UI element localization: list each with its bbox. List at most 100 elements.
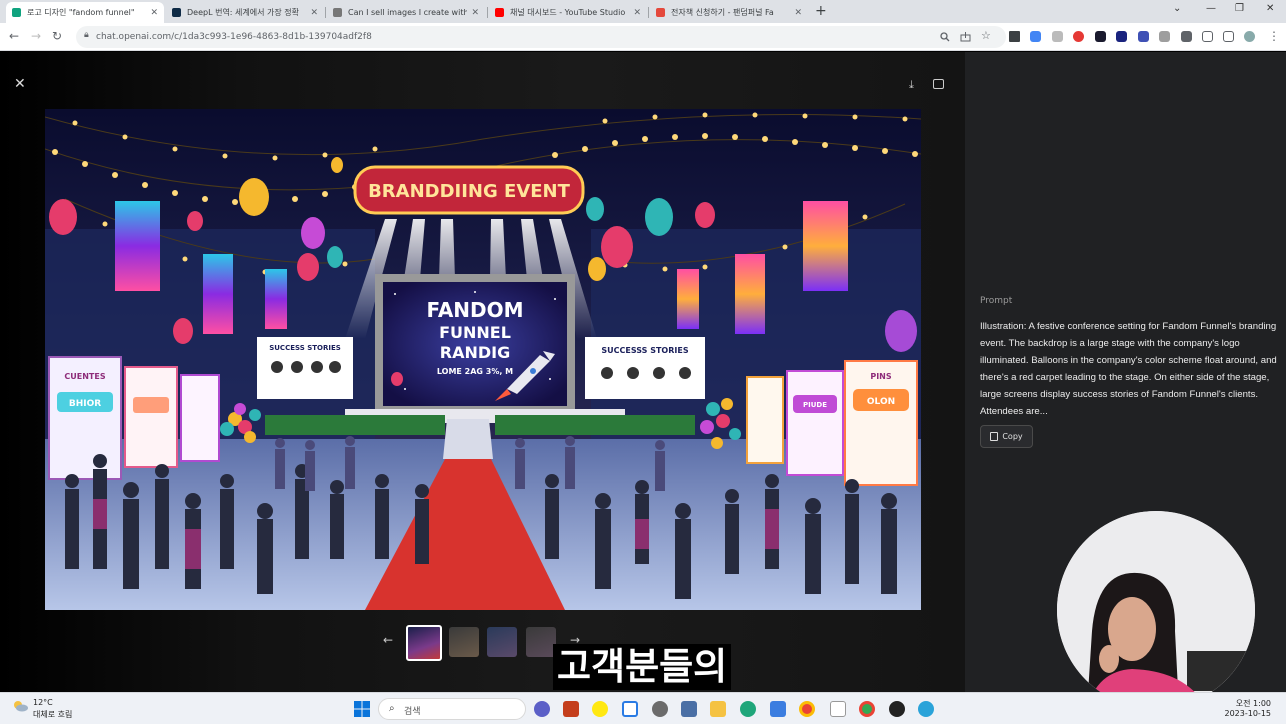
tab-ebook[interactable]: 전자책 신청하기 - 팬덤퍼널 Fa ✕ bbox=[650, 2, 808, 23]
puzzle-icon[interactable] bbox=[1181, 31, 1192, 42]
camera-icon[interactable] bbox=[1159, 31, 1170, 42]
close-icon[interactable]: ✕ bbox=[471, 8, 479, 18]
hanging-banner bbox=[203, 254, 233, 334]
hanging-banner bbox=[115, 201, 160, 291]
close-icon[interactable]: ✕ bbox=[150, 8, 158, 18]
tab-chatgpt[interactable]: 로고 디자인 "fandom funnel" ✕ bbox=[6, 2, 164, 23]
tab-sell-images[interactable]: Can I sell images I create with ✕ bbox=[327, 2, 485, 23]
close-icon[interactable]: ✕ bbox=[633, 8, 641, 18]
new-tab-icon[interactable]: + bbox=[815, 3, 827, 19]
tab-search-icon[interactable]: ⌄ bbox=[1173, 3, 1181, 14]
kakaotalk-icon[interactable] bbox=[592, 701, 608, 717]
thumbnail-3[interactable] bbox=[487, 627, 517, 657]
download-icon[interactable]: ⤓ bbox=[909, 78, 914, 92]
taskbar-search[interactable]: ⌕ 검색 bbox=[378, 698, 526, 720]
left-booth-2 bbox=[124, 366, 178, 468]
address-bar[interactable]: 🔒︎ chat.openai.com/c/1da3c993-1e96-4863-… bbox=[76, 26, 1006, 48]
extension-icon[interactable] bbox=[1116, 31, 1127, 42]
settings-gear-icon[interactable] bbox=[652, 701, 668, 717]
image-viewer: ✕ ⤓ BRANDDIING EVENT FANDOM FUNNEL RANDI… bbox=[0, 52, 965, 692]
tab-title: 로고 디자인 "fandom funnel" bbox=[27, 8, 135, 17]
chrome-profile-icon[interactable] bbox=[859, 701, 875, 717]
stage-stairs bbox=[443, 419, 493, 459]
prev-arrow-icon[interactable]: ← bbox=[383, 633, 393, 647]
tab-deepl[interactable]: DeepL 번역: 세계에서 가장 정확 ✕ bbox=[166, 2, 324, 23]
extension-icon[interactable] bbox=[1138, 31, 1149, 42]
clock-time[interactable]: 오전 1:00 bbox=[1236, 698, 1271, 709]
screen-line2: FUNNEL bbox=[439, 323, 511, 342]
tab-youtube-studio[interactable]: 채널 대시보드 - YouTube Studio ✕ bbox=[489, 2, 647, 23]
snipping-tool-icon[interactable] bbox=[622, 701, 638, 717]
extension-icon[interactable] bbox=[1052, 31, 1063, 42]
profile-avatar[interactable] bbox=[1244, 31, 1255, 42]
prompt-label: Prompt bbox=[980, 296, 1013, 306]
weather-desc[interactable]: 대체로 흐림 bbox=[33, 709, 72, 720]
thumbnail-2[interactable] bbox=[449, 627, 479, 657]
restore-icon[interactable]: ❐ bbox=[1235, 3, 1244, 14]
hanging-banner bbox=[265, 269, 287, 329]
tab-divider bbox=[487, 7, 488, 18]
clock-date[interactable]: 2023-10-15 bbox=[1225, 709, 1272, 718]
weather-temp[interactable]: 12°C bbox=[33, 698, 53, 707]
back-icon[interactable]: ← bbox=[9, 29, 19, 43]
left-booth-title: CUENTES bbox=[64, 372, 105, 381]
reading-list-icon[interactable] bbox=[1202, 31, 1213, 42]
close-icon[interactable]: ✕ bbox=[794, 8, 802, 18]
window-close-icon[interactable]: ✕ bbox=[1266, 3, 1274, 14]
cloudy-weather-icon[interactable] bbox=[13, 700, 29, 712]
extension-icon[interactable] bbox=[1095, 31, 1106, 42]
lock-icon[interactable]: 🔒︎ bbox=[84, 30, 89, 40]
zoom-icon[interactable] bbox=[940, 32, 950, 42]
url-text: chat.openai.com/c/1da3c993-1e96-4863-8d1… bbox=[96, 32, 372, 42]
forward-icon[interactable]: → bbox=[31, 29, 41, 43]
generated-image: BRANDDIING EVENT FANDOM FUNNEL RANDIG LO… bbox=[45, 109, 921, 610]
thumbnail-4[interactable] bbox=[526, 627, 556, 657]
copy-label: Copy bbox=[1002, 432, 1023, 441]
chatgpt-favicon-icon bbox=[12, 8, 21, 17]
translate-icon[interactable] bbox=[1030, 31, 1041, 42]
tab-title: 채널 대시보드 - YouTube Studio bbox=[510, 8, 626, 17]
menu-kebab-icon[interactable]: ⋮ bbox=[1268, 29, 1280, 43]
obs-icon[interactable] bbox=[889, 701, 905, 717]
right-booth-2 bbox=[786, 370, 844, 476]
file-explorer-icon[interactable] bbox=[710, 701, 726, 717]
sidebar-toggle-icon[interactable] bbox=[933, 79, 944, 89]
screen-line1: FANDOM bbox=[426, 298, 523, 322]
thumbnail-strip: ← → bbox=[0, 624, 965, 661]
chat-app-icon[interactable] bbox=[534, 701, 550, 717]
bookmark-star-icon[interactable]: ☆ bbox=[981, 29, 991, 42]
search-placeholder: 검색 bbox=[404, 707, 421, 717]
windows-start-icon[interactable] bbox=[354, 701, 370, 717]
right-booth-button-text: OLON bbox=[867, 397, 895, 407]
side-panel-icon[interactable] bbox=[1223, 31, 1234, 42]
extension-icon[interactable] bbox=[1073, 31, 1084, 42]
reload-icon[interactable]: ↻ bbox=[52, 29, 62, 43]
hanging-banner bbox=[803, 201, 848, 291]
notepad-icon[interactable] bbox=[770, 701, 786, 717]
calculator-icon[interactable] bbox=[681, 701, 697, 717]
presenter-video bbox=[1057, 511, 1255, 709]
right-booth-title: PINS bbox=[870, 372, 892, 381]
thumbnail-1[interactable] bbox=[406, 625, 442, 661]
share-icon[interactable] bbox=[960, 32, 971, 42]
screen-line3: RANDIG bbox=[440, 343, 510, 362]
close-icon[interactable]: ✕ bbox=[310, 8, 318, 18]
tab-title: DeepL 번역: 세계에서 가장 정확 bbox=[187, 8, 300, 17]
speaker-icon[interactable] bbox=[1009, 31, 1020, 42]
app-icon[interactable] bbox=[918, 701, 934, 717]
right-booth-2-button-text: PIUDE bbox=[803, 401, 827, 409]
tab-divider bbox=[648, 7, 649, 18]
search-icon: ⌕ bbox=[389, 703, 395, 714]
presenter-hand bbox=[1099, 645, 1119, 673]
edge-browser-icon[interactable] bbox=[740, 701, 756, 717]
hanging-banner bbox=[735, 254, 765, 334]
tab-title: 전자책 신청하기 - 팬덤퍼널 Fa bbox=[671, 8, 774, 17]
right-board-title: SUCCESSS STORIES bbox=[601, 346, 688, 355]
chrome-icon[interactable] bbox=[799, 701, 815, 717]
app-icon[interactable] bbox=[830, 701, 846, 717]
powerpoint-icon[interactable] bbox=[563, 701, 579, 717]
minimize-icon[interactable]: — bbox=[1206, 3, 1216, 14]
right-hedge bbox=[495, 415, 695, 435]
copy-button[interactable]: Copy bbox=[980, 425, 1033, 448]
close-icon[interactable]: ✕ bbox=[14, 76, 26, 92]
